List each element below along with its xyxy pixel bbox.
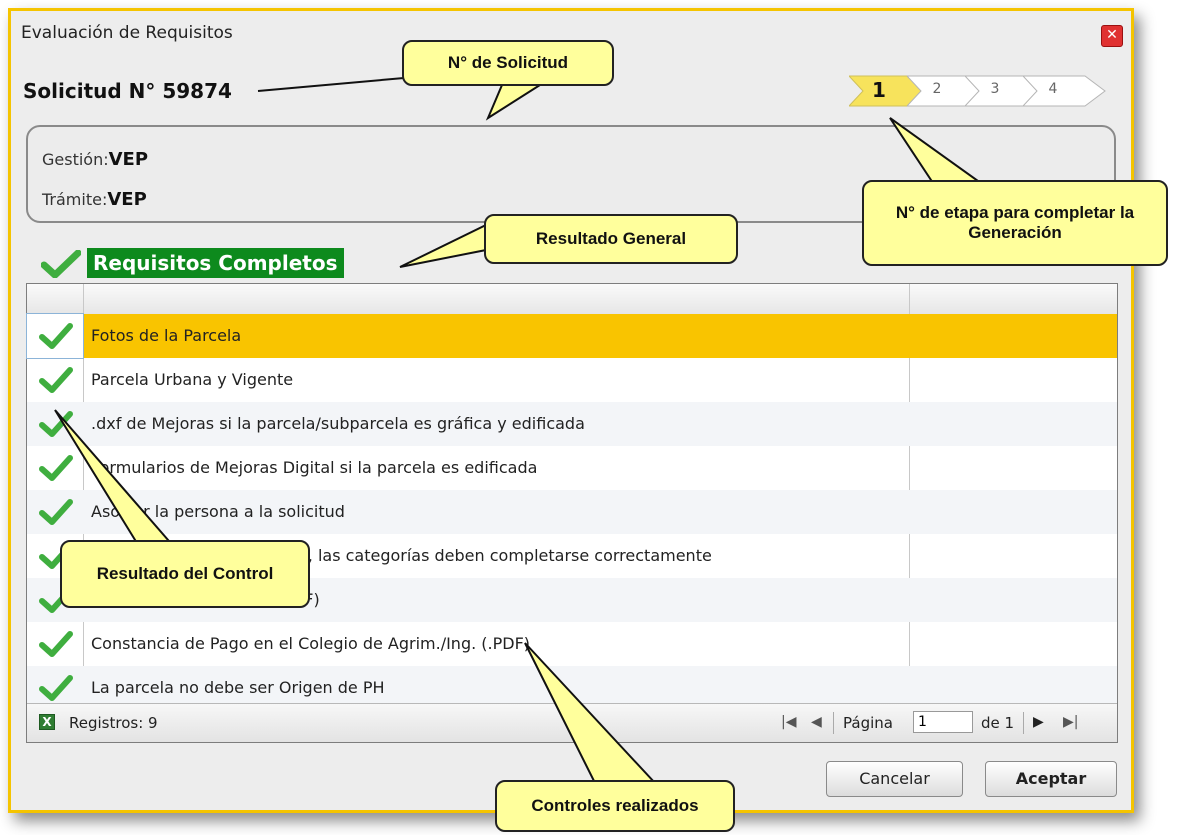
annotation-pointers — [54, 77, 989, 784]
callout-control-result: Resultado del Control — [60, 540, 310, 608]
callout-general-result: Resultado General — [484, 214, 738, 264]
callout-controls: Controles realizados — [495, 780, 735, 832]
callout-request-number: N° de Solicitud — [402, 40, 614, 86]
callout-step: N° de etapa para completar la Generación — [862, 180, 1168, 266]
